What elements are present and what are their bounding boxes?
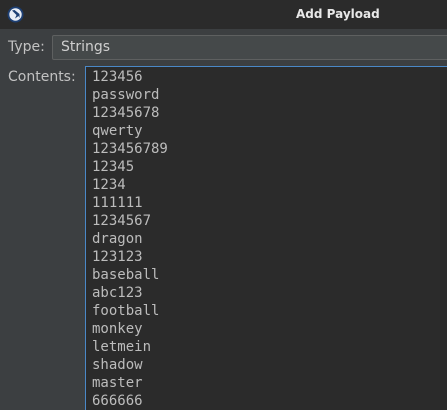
contents-line: 123456	[92, 69, 143, 85]
contents-line: master	[92, 375, 143, 391]
contents-line: 1234567	[92, 213, 152, 229]
type-select-value: Strings	[61, 39, 111, 55]
type-row: Type: Strings	[0, 35, 447, 61]
type-label: Type:	[8, 39, 45, 55]
contents-line: password	[92, 87, 160, 103]
type-select[interactable]: Strings	[52, 35, 447, 60]
contents-line: monkey	[92, 321, 143, 337]
contents-line: 111111	[92, 195, 143, 211]
contents-line: football	[92, 303, 160, 319]
contents-line: 12345678	[92, 105, 160, 121]
add-payload-dialog: Add Payload Type: Strings Contents: 1234…	[0, 0, 447, 410]
contents-line: dragon	[92, 231, 143, 247]
contents-line: qwerty	[92, 123, 143, 139]
contents-line: 123123	[92, 249, 143, 265]
contents-label: Contents:	[8, 69, 76, 85]
contents-lines: 123456 password 12345678 qwerty 123456789 123…	[92, 68, 168, 410]
contents-line: 123456789	[92, 141, 168, 157]
contents-line: abc123	[92, 285, 143, 301]
window-title: Add Payload	[296, 7, 380, 21]
contents-line: baseball	[92, 267, 160, 283]
contents-line: letmein	[92, 339, 152, 355]
app-logo-icon	[7, 6, 24, 23]
contents-textarea[interactable]: 123456 password 12345678 qwerty 123456789 123…	[85, 66, 447, 410]
contents-line: 12345	[92, 159, 135, 175]
contents-line: 666666	[92, 393, 143, 409]
title-bar[interactable]: Add Payload	[0, 0, 447, 29]
contents-line: 1234	[92, 177, 126, 193]
contents-line: shadow	[92, 357, 143, 373]
